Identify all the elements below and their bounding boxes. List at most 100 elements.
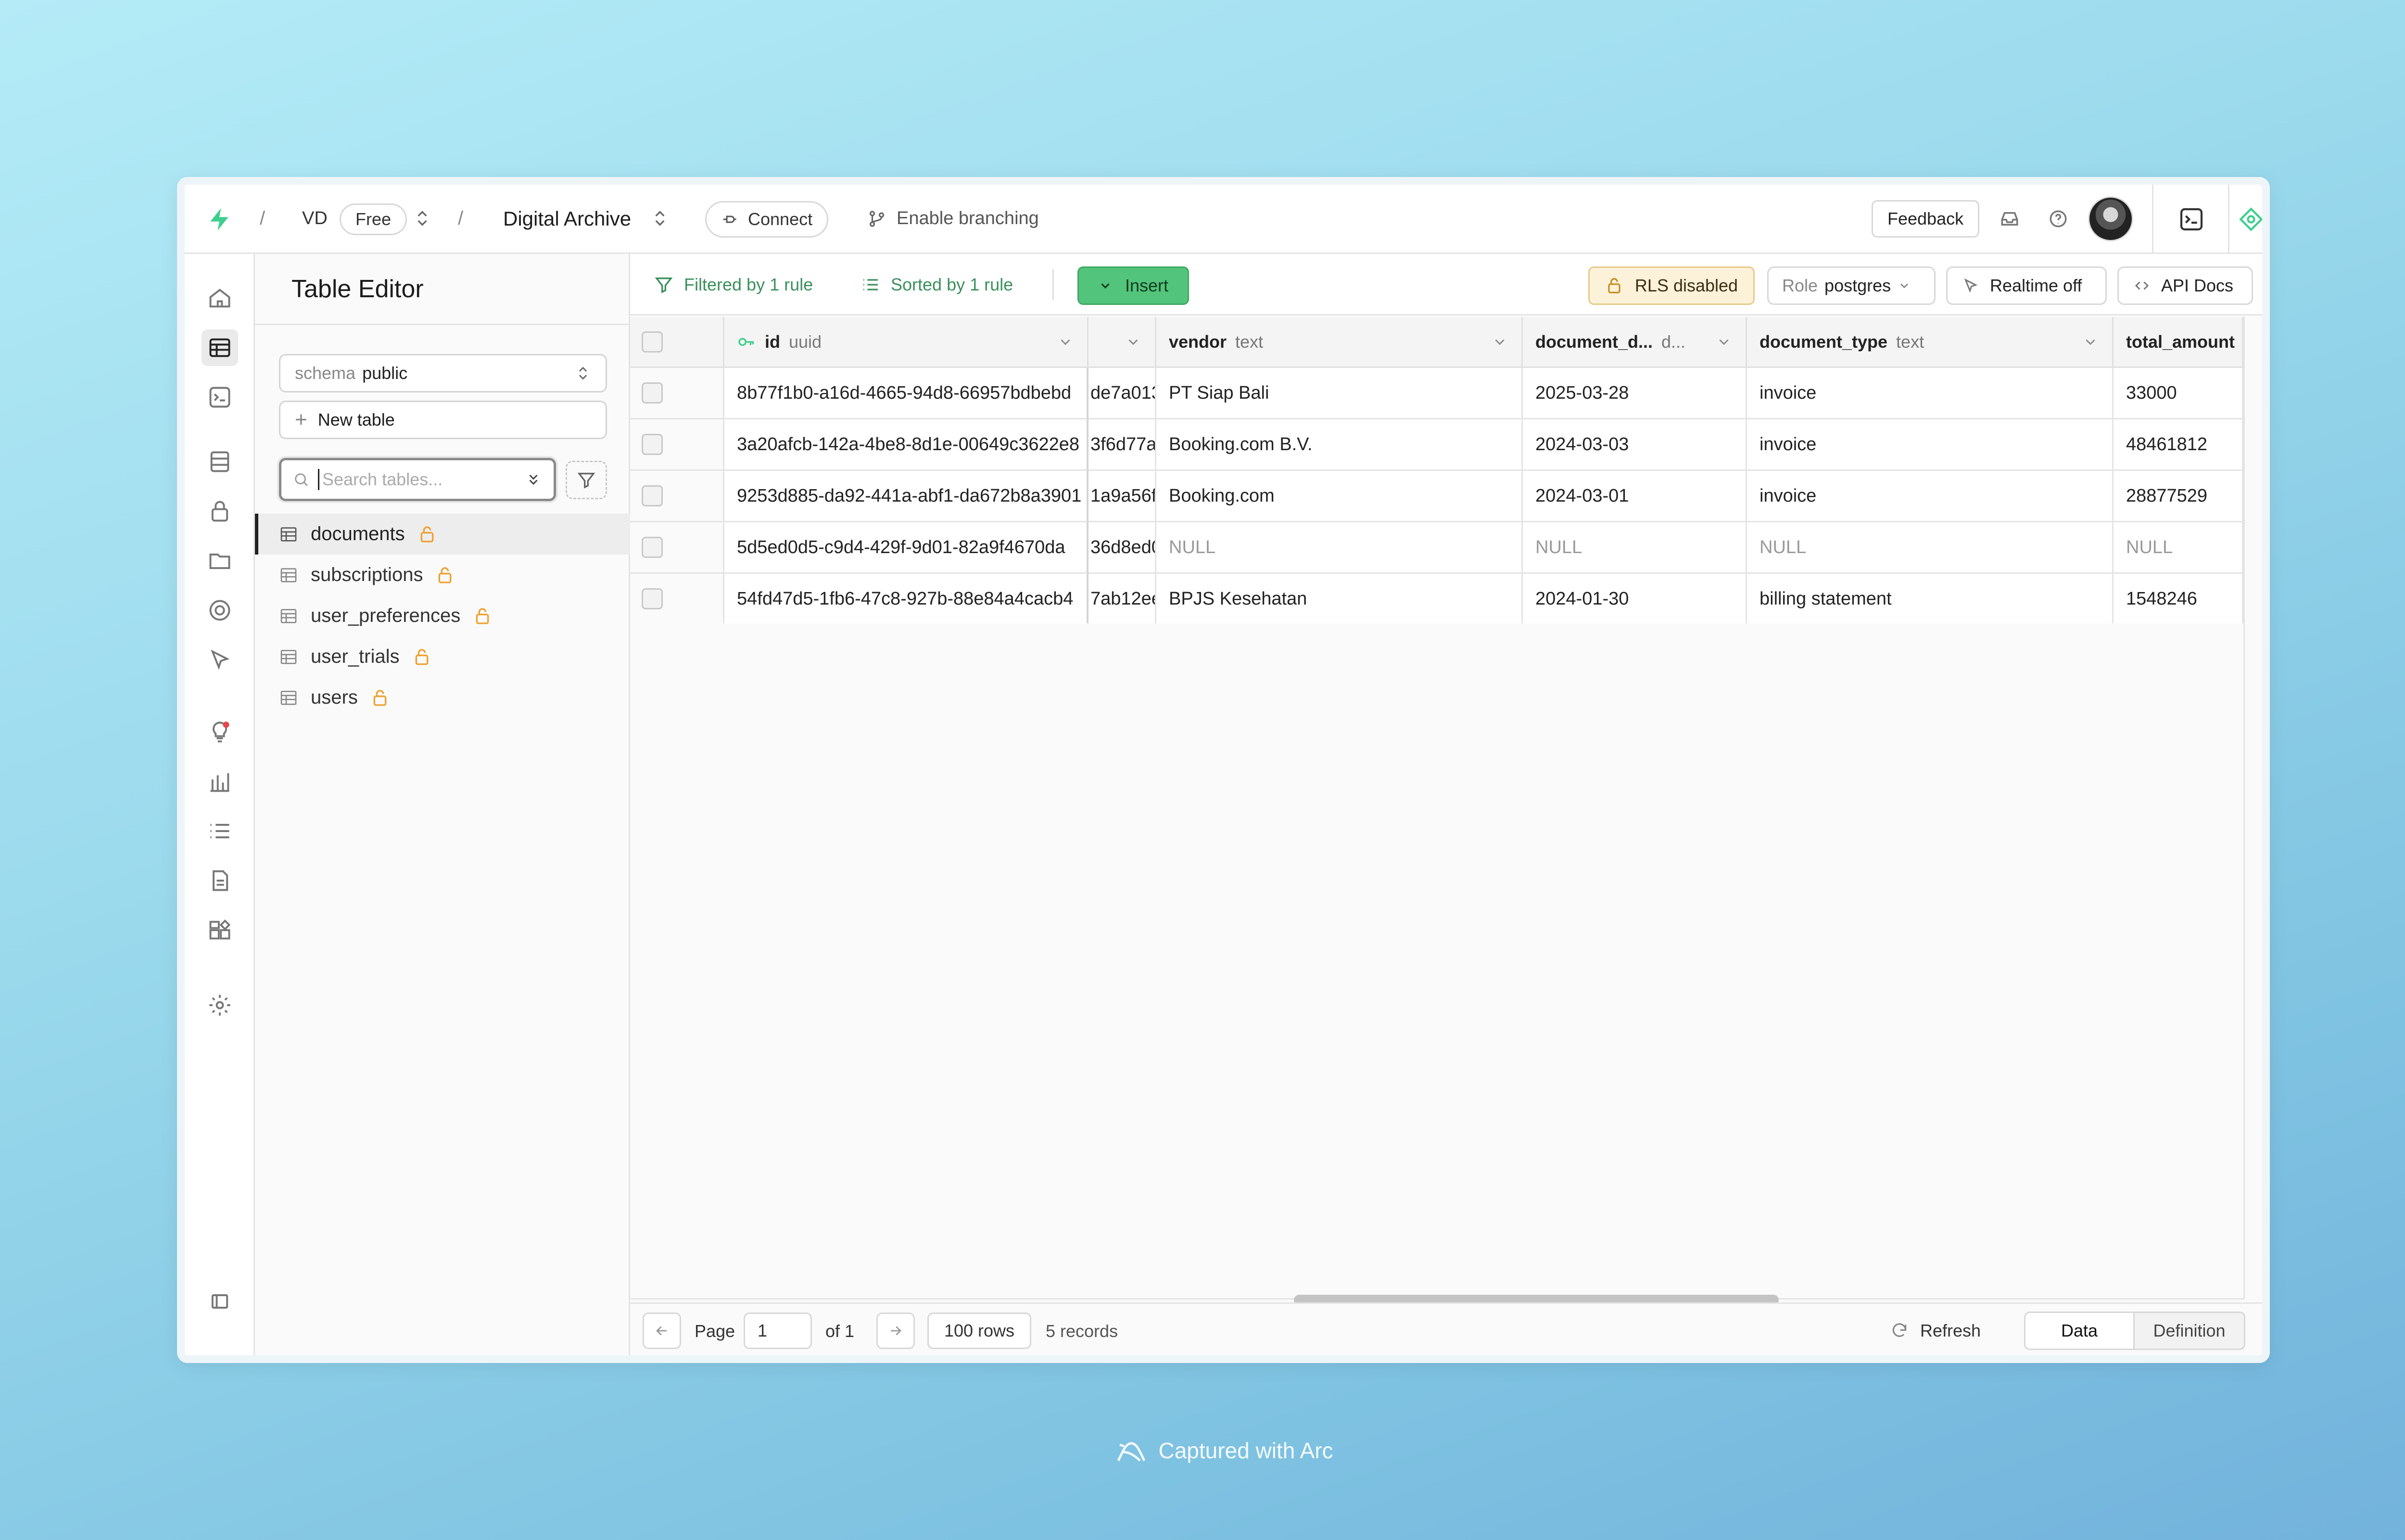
sql-editor-icon[interactable] bbox=[202, 379, 238, 416]
column-header-vendor[interactable]: vendor text bbox=[1156, 317, 1523, 368]
sql-terminal-icon[interactable] bbox=[2178, 206, 2205, 233]
table-cell-date[interactable]: 2024-03-03 bbox=[1523, 419, 1747, 471]
home-icon[interactable] bbox=[202, 280, 238, 316]
collapse-sidebar-icon[interactable] bbox=[202, 1283, 238, 1320]
column-header-id[interactable]: id uuid bbox=[724, 317, 1089, 368]
row-checkbox[interactable] bbox=[642, 434, 663, 455]
table-editor-icon[interactable] bbox=[202, 329, 238, 366]
table-cell-hidden[interactable]: de7a013 bbox=[1089, 368, 1156, 419]
table-item-user-trials[interactable]: user_trials bbox=[255, 636, 630, 677]
org-switcher-chevrons-icon[interactable] bbox=[413, 209, 432, 228]
table-cell-date[interactable]: 2024-01-30 bbox=[1523, 574, 1747, 623]
next-page-button[interactable] bbox=[876, 1313, 915, 1349]
chevron-down-icon[interactable] bbox=[1125, 334, 1141, 350]
enable-branching-button[interactable]: Enable branching bbox=[868, 208, 1039, 229]
table-cell-date[interactable]: NULL bbox=[1523, 522, 1747, 574]
reports-chart-icon[interactable] bbox=[202, 763, 238, 800]
table-item-user-preferences[interactable]: user_preferences bbox=[255, 595, 630, 636]
table-cell-type[interactable]: invoice bbox=[1747, 419, 2114, 471]
settings-gear-icon[interactable] bbox=[202, 987, 238, 1023]
role-selector[interactable]: Role postgres bbox=[1767, 266, 1936, 305]
table-cell-type[interactable]: invoice bbox=[1747, 471, 2114, 522]
table-cell-date[interactable]: 2024-03-01 bbox=[1523, 471, 1747, 522]
table-cell-amount[interactable]: 28877529 bbox=[2114, 471, 2243, 522]
rows-per-page-button[interactable]: 100 rows bbox=[927, 1313, 1031, 1349]
table-cell-type[interactable]: billing statement bbox=[1747, 574, 2114, 623]
page-number-input[interactable]: 1 bbox=[744, 1313, 812, 1349]
table-cell-vendor[interactable]: Booking.com bbox=[1156, 471, 1523, 522]
logs-list-icon[interactable] bbox=[202, 813, 238, 849]
rls-disabled-button[interactable]: RLS disabled bbox=[1588, 266, 1755, 305]
row-checkbox[interactable] bbox=[642, 537, 663, 558]
auth-lock-icon[interactable] bbox=[202, 493, 238, 530]
tab-data[interactable]: Data bbox=[2025, 1313, 2135, 1349]
database-icon[interactable] bbox=[202, 443, 238, 480]
prev-page-button[interactable] bbox=[643, 1313, 681, 1349]
chevron-down-icon[interactable] bbox=[1492, 334, 1508, 350]
realtime-toggle-button[interactable]: Realtime off bbox=[1946, 266, 2107, 305]
table-cell-amount[interactable]: 33000 bbox=[2114, 368, 2243, 419]
storage-icon[interactable] bbox=[202, 543, 238, 579]
supabase-logo-icon[interactable] bbox=[206, 206, 233, 233]
filter-button[interactable]: Filtered by 1 rule bbox=[654, 254, 813, 316]
row-checkbox[interactable] bbox=[642, 485, 663, 506]
select-all-checkbox[interactable] bbox=[642, 331, 663, 353]
feedback-button[interactable]: Feedback bbox=[1872, 200, 1980, 238]
table-item-documents[interactable]: documents bbox=[255, 514, 630, 555]
chevrons-down-icon[interactable] bbox=[525, 471, 542, 488]
table-item-users[interactable]: users bbox=[255, 677, 630, 718]
table-cell-id[interactable]: 54fd47d5-1fb6-47c8-927b-88e84a4cacb4 bbox=[724, 574, 1089, 623]
table-cell-vendor[interactable]: Booking.com B.V. bbox=[1156, 419, 1523, 471]
table-cell-vendor[interactable]: NULL bbox=[1156, 522, 1523, 574]
table-cell-id[interactable]: 8b77f1b0-a16d-4665-94d8-66957bdbebd bbox=[724, 368, 1089, 419]
table-cell-hidden[interactable]: 1a9a56f bbox=[1089, 471, 1156, 522]
table-cell-hidden[interactable]: 7ab12ee bbox=[1089, 574, 1156, 623]
table-cell-vendor[interactable]: PT Siap Bali bbox=[1156, 368, 1523, 419]
table-cell-amount[interactable]: NULL bbox=[2114, 522, 2243, 574]
avatar[interactable] bbox=[2088, 196, 2133, 241]
table-cell-id[interactable]: 5d5ed0d5-c9d4-429f-9d01-82a9f4670da bbox=[724, 522, 1089, 574]
chevron-down-icon[interactable] bbox=[1716, 334, 1732, 350]
project-name[interactable]: Digital Archive bbox=[503, 207, 631, 230]
column-header-document-date[interactable]: document_d... d... bbox=[1523, 317, 1747, 368]
table-cell-id[interactable]: 9253d885-da92-441a-abf1-da672b8a3901 bbox=[724, 471, 1089, 522]
column-header-hidden[interactable] bbox=[1089, 317, 1156, 368]
row-checkbox[interactable] bbox=[642, 588, 663, 609]
api-docs-file-icon[interactable] bbox=[202, 862, 238, 899]
project-switcher-chevrons-icon[interactable] bbox=[650, 209, 670, 228]
table-cell-amount[interactable]: 1548246 bbox=[2114, 574, 2243, 623]
table-cell-hidden[interactable]: 36d8ed0 bbox=[1089, 522, 1156, 574]
rls-label: RLS disabled bbox=[1634, 276, 1738, 295]
table-cell-type[interactable]: NULL bbox=[1747, 522, 2114, 574]
table-cell-hidden[interactable]: 3f6d77a bbox=[1089, 419, 1156, 471]
ai-assistant-icon[interactable] bbox=[2239, 207, 2262, 232]
tab-definition[interactable]: Definition bbox=[2135, 1313, 2244, 1349]
realtime-icon[interactable] bbox=[202, 592, 238, 629]
advisors-lightbulb-icon[interactable] bbox=[202, 714, 238, 750]
table-cell-id[interactable]: 3a20afcb-142a-4be8-8d1e-00649c3622e8 bbox=[724, 419, 1089, 471]
table-cell-amount[interactable]: 48461812 bbox=[2114, 419, 2243, 471]
integrations-icon[interactable] bbox=[202, 912, 238, 948]
api-docs-button[interactable]: API Docs bbox=[2117, 266, 2253, 305]
table-item-subscriptions[interactable]: subscriptions bbox=[255, 555, 630, 595]
search-tables-input[interactable]: Search tables... bbox=[279, 458, 556, 501]
column-header-document-type[interactable]: document_type text bbox=[1747, 317, 2114, 368]
org-name[interactable]: VD bbox=[302, 208, 328, 229]
table-cell-type[interactable]: invoice bbox=[1747, 368, 2114, 419]
chevron-down-icon[interactable] bbox=[2082, 334, 2099, 350]
cursor-icon[interactable] bbox=[202, 642, 238, 678]
chevron-down-icon[interactable] bbox=[1057, 334, 1074, 350]
table-cell-vendor[interactable]: BPJS Kesehatan bbox=[1156, 574, 1523, 623]
sort-button[interactable]: Sorted by 1 rule bbox=[861, 254, 1013, 316]
row-checkbox[interactable] bbox=[642, 382, 663, 404]
table-cell-date[interactable]: 2025-03-28 bbox=[1523, 368, 1747, 419]
new-table-button[interactable]: + New table bbox=[279, 401, 607, 439]
connect-button[interactable]: Connect bbox=[705, 201, 829, 238]
column-header-total-amount[interactable]: total_amount bbox=[2114, 317, 2243, 368]
refresh-button[interactable]: Refresh bbox=[1890, 1313, 1981, 1349]
insert-button[interactable]: Insert bbox=[1077, 266, 1189, 305]
filter-tables-button[interactable] bbox=[566, 461, 607, 499]
schema-selector[interactable]: schema public bbox=[279, 354, 607, 392]
help-icon[interactable] bbox=[2048, 209, 2068, 229]
inbox-icon[interactable] bbox=[2000, 209, 2020, 229]
